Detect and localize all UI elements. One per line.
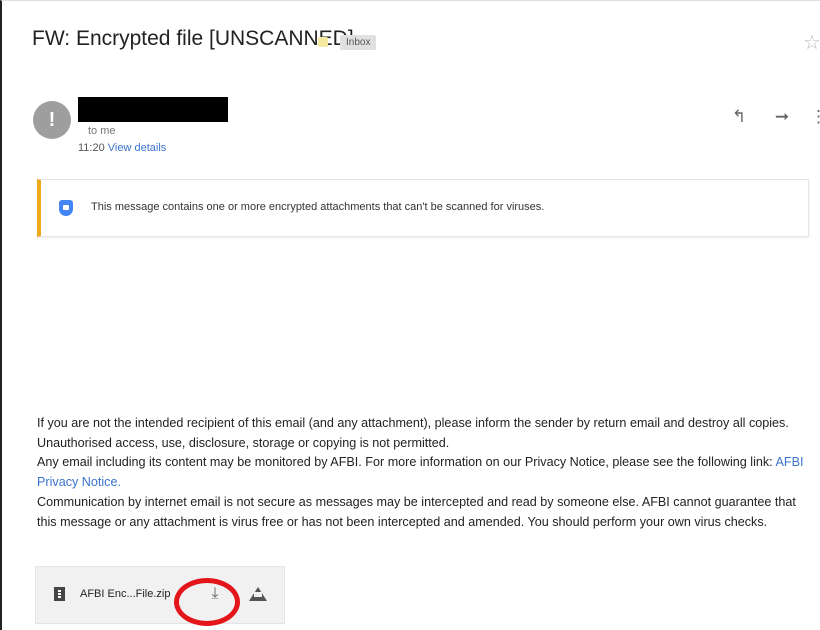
banner-text: This message contains one or more encryp… bbox=[91, 201, 545, 213]
shield-icon bbox=[59, 200, 73, 216]
attachment-name[interactable]: AFBI Enc...File.zip bbox=[80, 588, 170, 600]
attachment-chip[interactable]: AFBI Enc...File.zip ⤓ bbox=[35, 566, 285, 624]
timestamp: 11:20 bbox=[78, 142, 105, 154]
star-icon[interactable]: ☆ bbox=[803, 30, 820, 55]
drive-icon[interactable] bbox=[249, 587, 267, 601]
zip-file-icon bbox=[54, 587, 65, 601]
highlight-circle bbox=[174, 578, 240, 626]
disclaimer-paragraph-3: Communication by internet email is not s… bbox=[37, 494, 796, 529]
forward-icon[interactable]: ➞ bbox=[771, 106, 793, 128]
recipient-line[interactable]: to me bbox=[88, 125, 116, 137]
reply-icon[interactable]: ↰ bbox=[728, 106, 750, 128]
sender-avatar: ! bbox=[33, 101, 71, 139]
inbox-label[interactable]: Inbox bbox=[340, 35, 377, 50]
email-body: If you are not the intended recipient of… bbox=[37, 414, 807, 532]
email-view bbox=[0, 0, 820, 630]
encryption-warning-banner: This message contains one or more encryp… bbox=[37, 179, 809, 237]
timestamp-line: 11:20 View details bbox=[78, 142, 166, 154]
email-subject: FW: Encrypted file [UNSCANNED] bbox=[32, 27, 354, 50]
importance-marker-icon[interactable] bbox=[318, 37, 328, 47]
redacted-sender-name bbox=[78, 97, 228, 122]
disclaimer-paragraph-2: Any email including its content may be m… bbox=[37, 453, 807, 492]
more-vert-icon[interactable]: ⋮ bbox=[810, 106, 820, 128]
view-details-link[interactable]: View details bbox=[108, 142, 167, 154]
privacy-text: Any email including its content may be m… bbox=[37, 455, 773, 470]
disclaimer-paragraph-1: If you are not the intended recipient of… bbox=[37, 416, 789, 450]
